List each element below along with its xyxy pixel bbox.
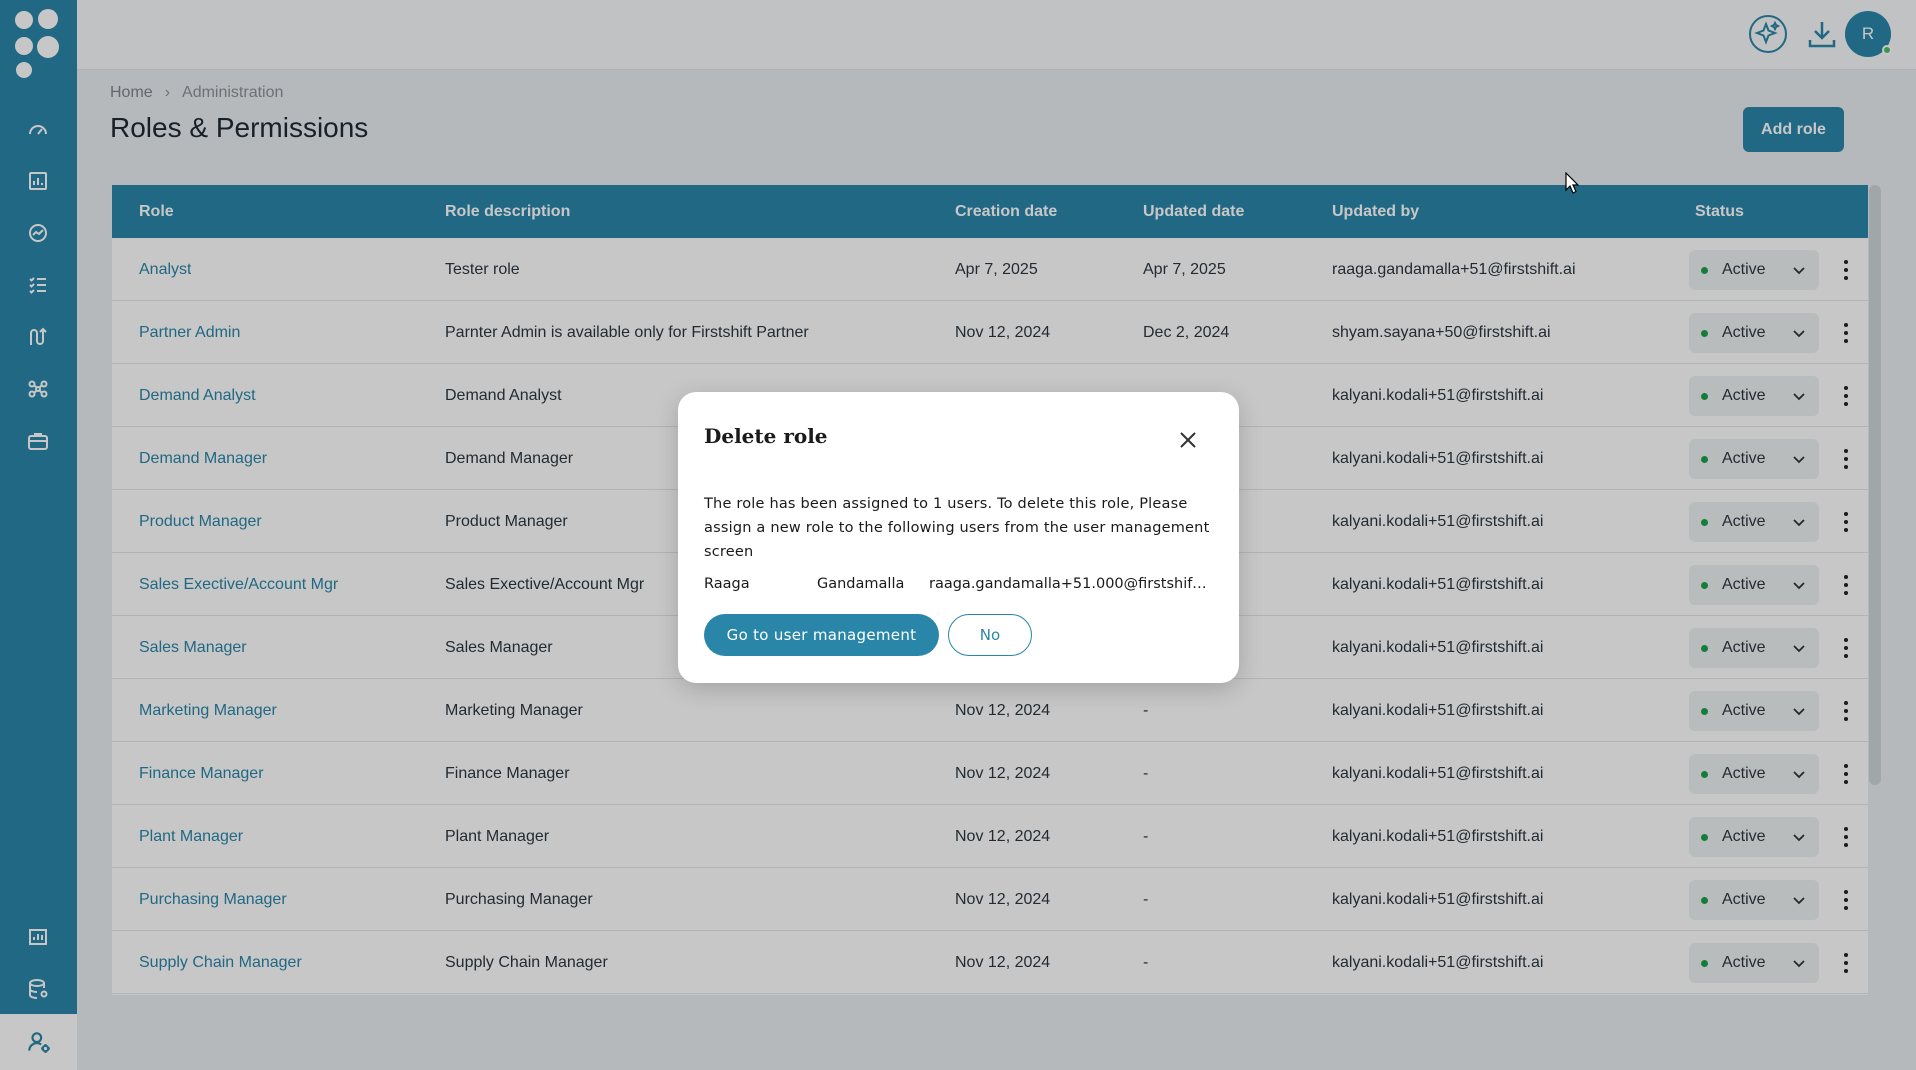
no-button[interactable]: No bbox=[948, 614, 1032, 656]
delete-role-dialog: Delete role The role has been assigned t… bbox=[678, 392, 1239, 683]
dialog-message: The role has been assigned to 1 users. T… bbox=[704, 496, 1210, 560]
assigned-user-email: raaga.gandamalla+51.000@firstshift.ai bbox=[929, 576, 1211, 592]
assigned-user-first-name: Raaga bbox=[704, 576, 750, 592]
mouse-cursor-icon bbox=[1565, 172, 1579, 194]
assigned-user-row: Raaga Gandamalla raaga.gandamalla+51.000… bbox=[704, 576, 1211, 592]
assigned-user-last-name: Gandamalla bbox=[817, 576, 905, 592]
close-icon[interactable] bbox=[1176, 428, 1200, 452]
go-to-user-management-button[interactable]: Go to user management bbox=[704, 614, 939, 656]
dialog-title: Delete role bbox=[704, 424, 828, 448]
